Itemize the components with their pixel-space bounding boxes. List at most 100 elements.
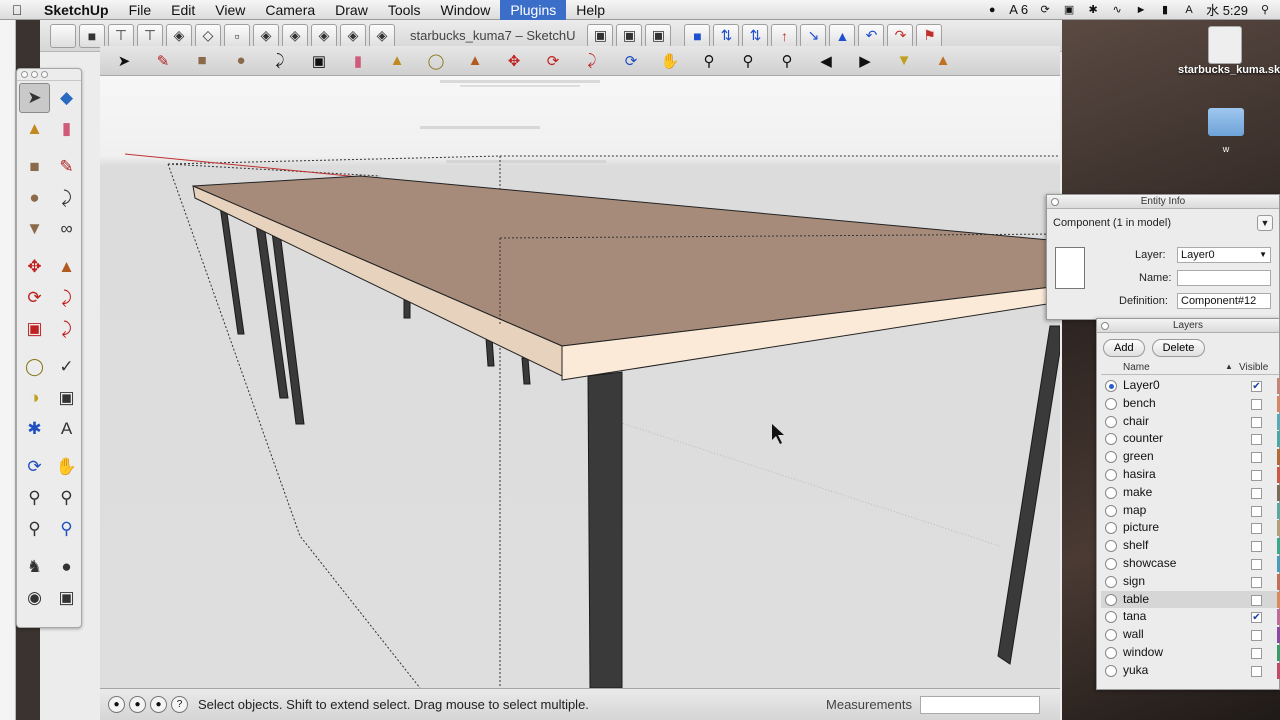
current-layer-radio[interactable] [1105, 629, 1117, 642]
move-tool-icon[interactable]: ✥ [19, 252, 50, 282]
pan-icon[interactable]: ✋ [658, 49, 682, 73]
wifi-icon[interactable]: ∿ [1110, 4, 1124, 16]
union-icon[interactable]: ◈ [282, 23, 308, 48]
layer-row[interactable]: showcase [1101, 555, 1280, 573]
pencil-icon[interactable]: ✎ [151, 49, 175, 73]
current-layer-radio[interactable] [1105, 415, 1117, 428]
protractor-tool-icon[interactable]: ◑ [19, 383, 50, 413]
rectangle-icon[interactable]: ■ [190, 49, 214, 73]
zoom-tool-icon[interactable]: ⚲ [19, 483, 50, 513]
model-viewport[interactable] [100, 76, 1060, 688]
layer-name[interactable]: sign [1123, 573, 1145, 591]
layer-row[interactable]: tana ✔ [1101, 608, 1280, 626]
polygon-tool-icon[interactable]: ▼ [19, 214, 50, 244]
current-layer-radio[interactable] [1105, 647, 1117, 659]
delete-layer-button[interactable]: Delete [1151, 339, 1206, 357]
box-push-icon[interactable]: ▣ [307, 49, 331, 73]
close-icon[interactable] [21, 71, 28, 78]
align-icon[interactable]: ⇅ [713, 23, 740, 48]
layer-name[interactable]: table [1123, 591, 1149, 609]
rectangle-tool-icon[interactable]: ■ [19, 152, 50, 182]
arc-icon[interactable]: ⤸ [268, 49, 292, 73]
layer-name[interactable]: hasira [1123, 466, 1156, 484]
layer-row[interactable]: window [1101, 644, 1280, 662]
orbit-icon[interactable]: ⟳ [619, 49, 643, 73]
close-icon[interactable] [1101, 322, 1109, 330]
previous-view-icon[interactable]: ◀ [814, 49, 838, 73]
trim-icon[interactable]: ◈ [340, 23, 366, 48]
follow-me-icon[interactable]: ⤸ [580, 49, 604, 73]
paint-bucket-icon[interactable]: ▲ [385, 49, 409, 73]
move-icon[interactable]: ✥ [502, 49, 526, 73]
rotate-ccw-icon[interactable]: ⚑ [916, 23, 943, 48]
menu-view[interactable]: View [205, 0, 255, 20]
chevron-down-icon[interactable]: ▼ [1257, 215, 1273, 231]
close-icon[interactable] [1051, 198, 1059, 206]
axes-tool-icon[interactable]: ✱ [19, 414, 50, 444]
layer-name[interactable]: showcase [1123, 555, 1176, 573]
folder-icon[interactable]: w [1208, 108, 1244, 154]
visible-checkbox[interactable] [1251, 523, 1262, 535]
visible-checkbox[interactable] [1251, 559, 1262, 570]
tape-measure-tool-icon[interactable]: ◯ [19, 352, 50, 382]
current-layer-radio[interactable] [1105, 575, 1117, 588]
layer-row[interactable]: sign [1101, 573, 1280, 591]
layer-row[interactable]: make [1101, 484, 1280, 502]
top-view-icon[interactable]: ■ [79, 23, 105, 48]
rotate-cw-icon[interactable]: ↷ [887, 23, 914, 48]
menu-plugins[interactable]: Plugins [500, 0, 567, 20]
subtract-icon[interactable]: ◈ [311, 23, 337, 48]
layer-select[interactable]: Layer0 ▼ [1177, 247, 1271, 263]
clock[interactable]: 水 5:29 [1206, 0, 1248, 19]
push-icon[interactable]: ◇ [195, 23, 221, 48]
text-tool-icon[interactable]: ▣ [51, 383, 82, 413]
current-layer-radio[interactable] [1105, 558, 1117, 570]
flip-icon[interactable]: ⇅ [742, 23, 769, 48]
freehand-tool-icon[interactable]: ∞ [51, 214, 82, 244]
layer-row[interactable]: map [1101, 502, 1280, 520]
layer-row[interactable]: yuka [1101, 662, 1280, 680]
menu-tools[interactable]: Tools [378, 0, 431, 20]
layer-name[interactable]: make [1123, 484, 1152, 502]
spotlight-icon[interactable]: ⚲ [1258, 4, 1272, 16]
minimize-icon[interactable] [31, 71, 38, 78]
layer-row[interactable]: shelf [1101, 537, 1280, 555]
display-icon[interactable]: ▣ [1062, 4, 1076, 16]
definition-field[interactable]: Component#12 [1177, 293, 1271, 309]
select-tool-icon[interactable]: ➤ [19, 83, 50, 113]
layer-row[interactable]: hasira [1101, 466, 1280, 484]
select-icon[interactable]: ➤ [112, 49, 136, 73]
apple-menu-icon[interactable]:  [0, 2, 34, 18]
rotate-icon[interactable]: ⟳ [541, 49, 565, 73]
current-layer-radio[interactable] [1105, 522, 1117, 535]
box-front-icon[interactable]: ▣ [616, 23, 643, 48]
zoom-window-tool-icon[interactable]: ⚲ [51, 483, 82, 513]
geo-location-icon[interactable]: ● [108, 696, 125, 713]
warehouse-icon[interactable]: ▼ [892, 49, 916, 73]
layer-name[interactable]: window [1123, 644, 1163, 662]
layer-name[interactable]: green [1123, 448, 1154, 466]
layer-row[interactable]: picture [1101, 519, 1280, 537]
share-icon[interactable]: ▲ [931, 49, 955, 73]
visible-checkbox[interactable] [1251, 452, 1262, 464]
current-layer-radio[interactable] [1105, 611, 1117, 624]
current-layer-radio[interactable] [1105, 664, 1117, 677]
box-side-icon[interactable]: ▣ [645, 23, 672, 48]
sync-icon[interactable]: ⟳ [1038, 4, 1052, 16]
menu-window[interactable]: Window [431, 0, 501, 20]
current-layer-radio[interactable] [1105, 504, 1117, 517]
add-layer-button[interactable]: Add [1103, 339, 1145, 357]
col-visible-header[interactable]: Visible [1239, 362, 1268, 373]
current-layer-radio[interactable] [1105, 397, 1117, 410]
layer-row[interactable]: wall [1101, 626, 1280, 644]
visible-checkbox[interactable] [1251, 505, 1262, 517]
visible-checkbox[interactable]: ✔ [1251, 381, 1262, 392]
position-camera-tool-icon[interactable]: ♞ [19, 552, 50, 582]
outer-shell-icon[interactable]: ▫ [224, 23, 250, 48]
line-tool-icon[interactable]: ✎ [51, 152, 82, 182]
visible-checkbox[interactable] [1251, 630, 1262, 642]
previous-tool-icon[interactable]: ⚲ [51, 514, 82, 544]
credits-icon[interactable]: ● [129, 696, 146, 713]
zoom-window-icon[interactable]: ⚲ [775, 49, 799, 73]
battery-icon[interactable]: ▮ [1158, 4, 1172, 16]
